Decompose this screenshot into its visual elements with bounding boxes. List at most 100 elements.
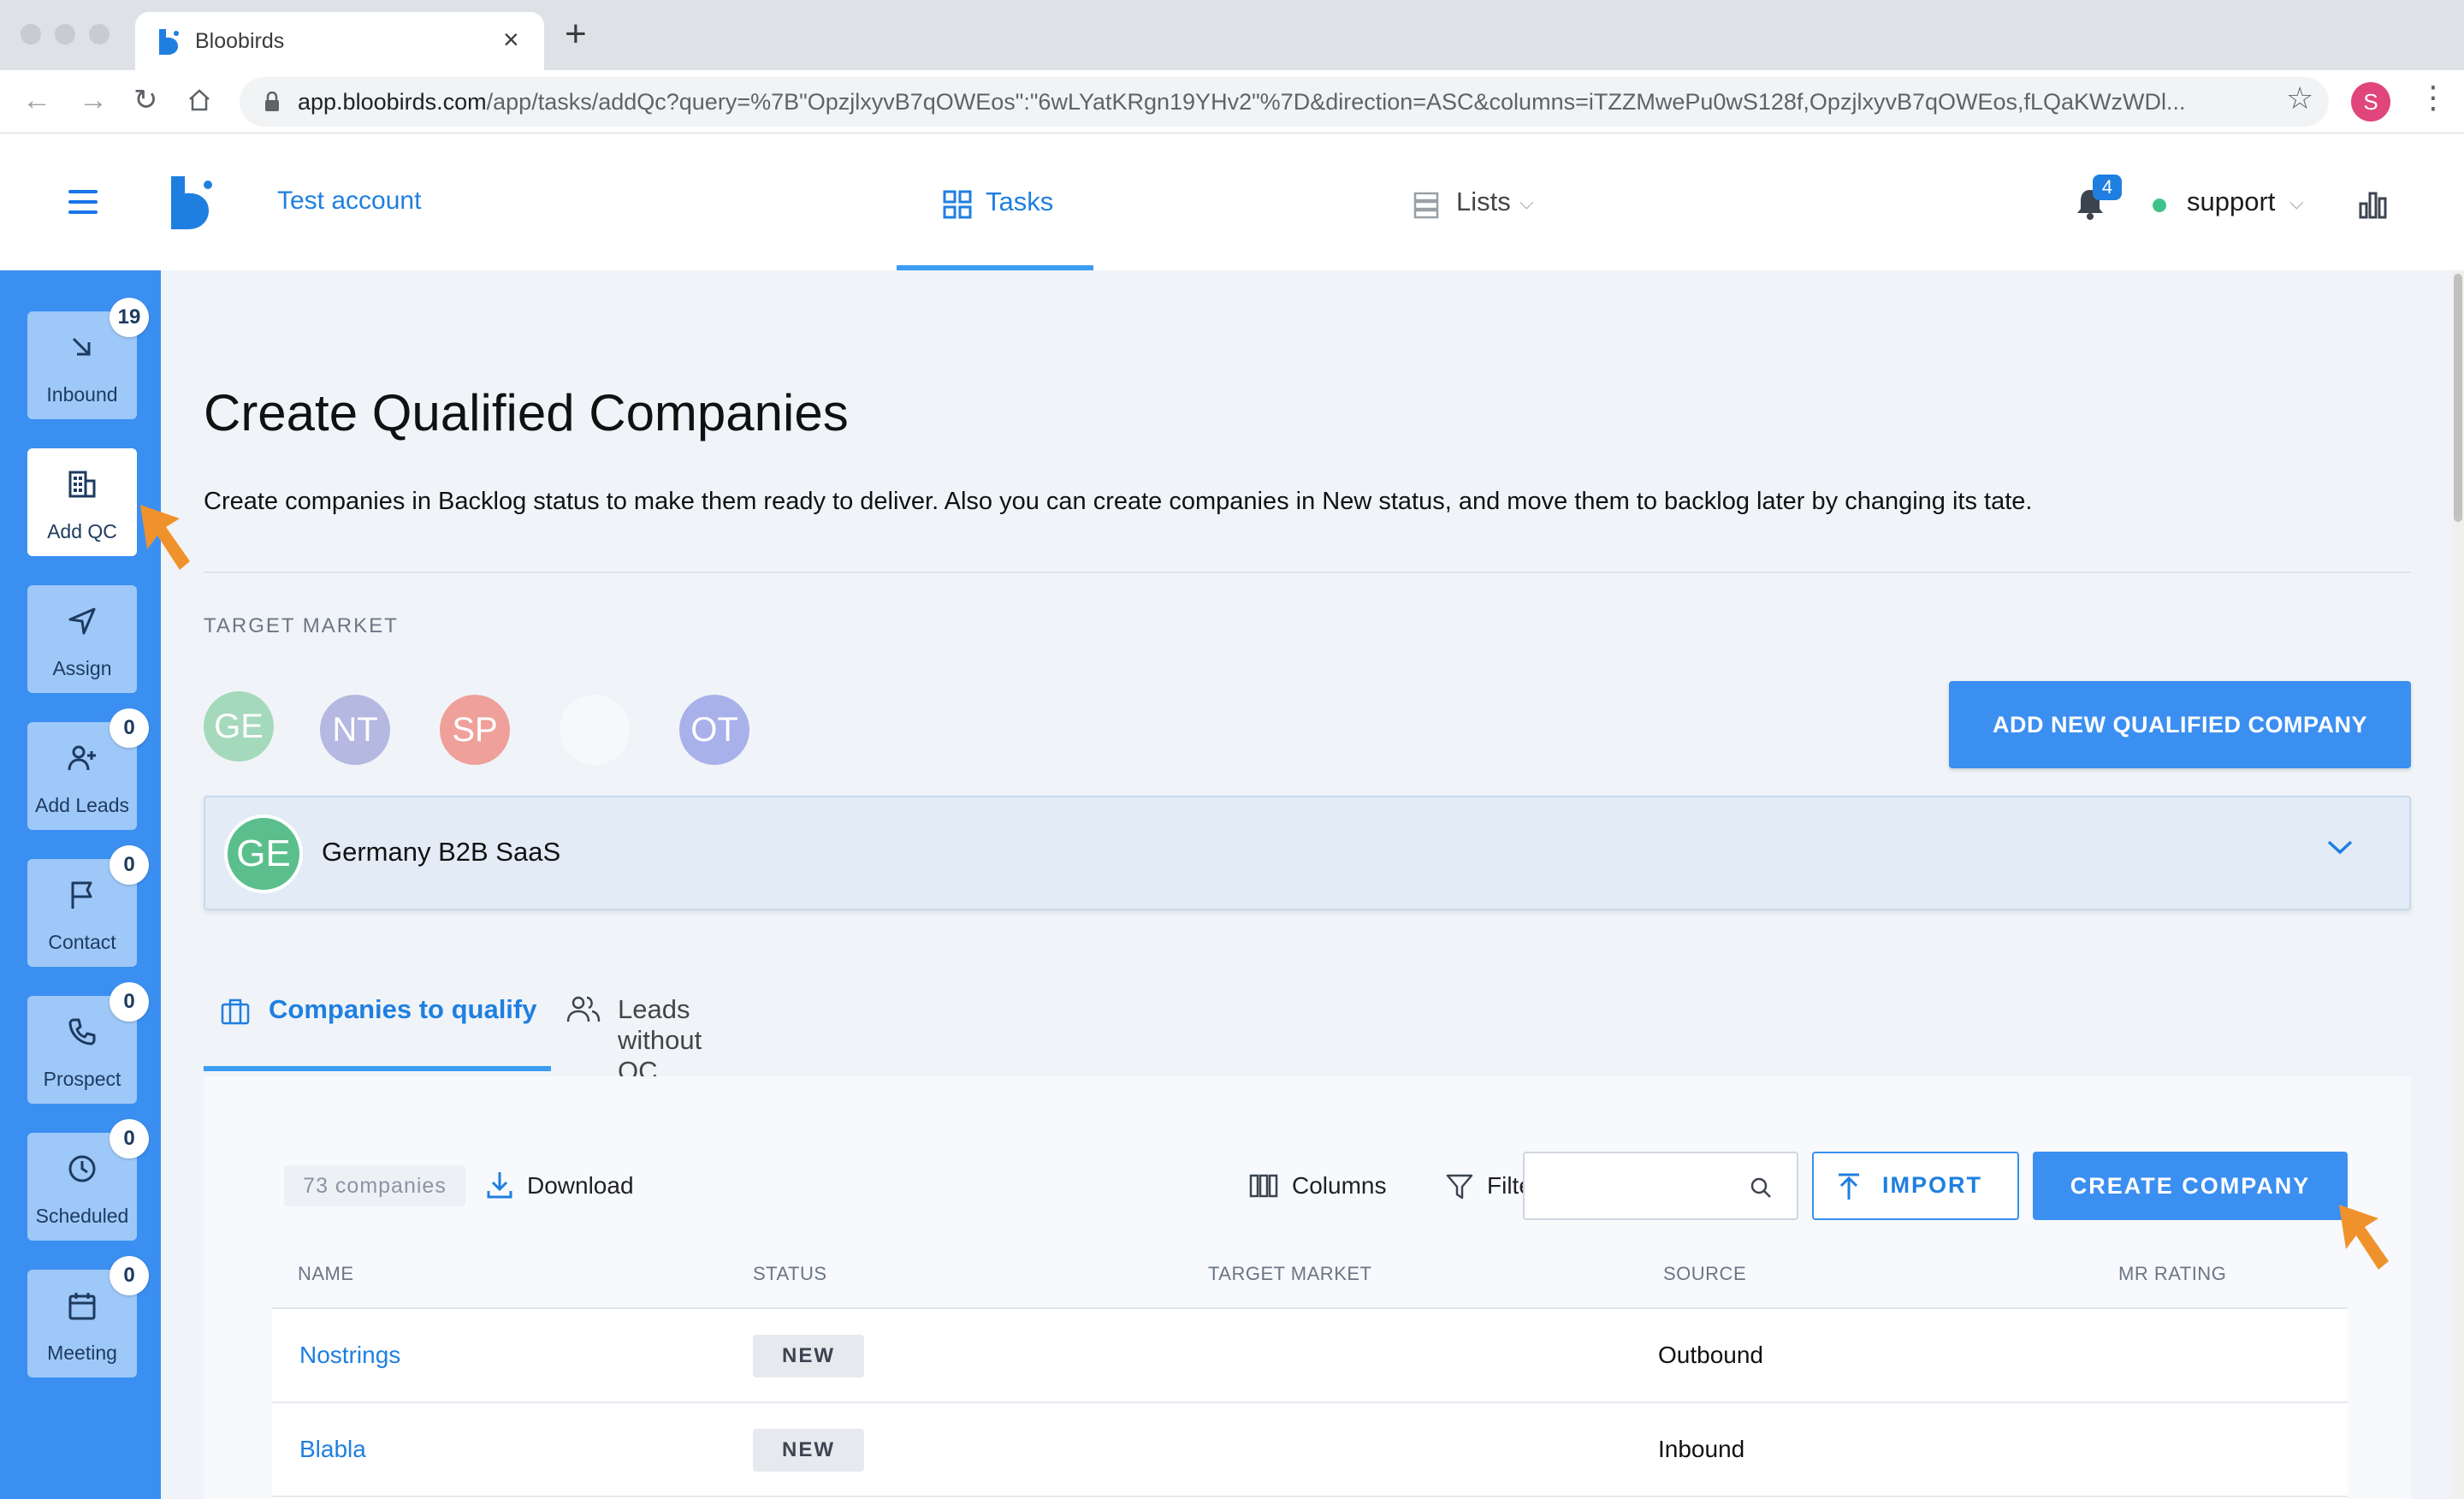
notification-badge: 4 (2093, 175, 2122, 200)
back-icon[interactable]: ← (22, 86, 51, 115)
scrollbar-thumb[interactable] (2454, 274, 2462, 522)
window-minimize-dot[interactable] (55, 24, 75, 44)
bloobirds-favicon-icon (159, 29, 179, 55)
profile-avatar[interactable]: S (2351, 82, 2390, 121)
add-new-qualified-company-button[interactable]: ADD NEW QUALIFIED COMPANY (1949, 681, 2411, 768)
forward-icon[interactable]: → (79, 86, 108, 115)
search-icon[interactable] (1749, 1176, 1773, 1200)
column-header-name[interactable]: NAME (298, 1263, 354, 1285)
list-icon (1413, 192, 1439, 219)
table-row[interactable]: Blabla NEW Inbound (272, 1403, 2348, 1497)
bar-chart-icon[interactable] (2358, 190, 2389, 219)
tab-title: Bloobirds (195, 29, 285, 53)
search-input[interactable] (1538, 1169, 1744, 1203)
hamburger-menu-icon[interactable] (68, 190, 98, 214)
building-icon (68, 471, 96, 498)
companies-table: Nostrings NEW Outbound Blabla NEW Inboun… (272, 1307, 2348, 1499)
browser-menu-icon[interactable]: ⋮ (2418, 82, 2449, 113)
target-market-label: TARGET MARKET (204, 614, 399, 637)
chevron-down-icon[interactable]: ⌵ (2289, 192, 2304, 214)
status-badge: NEW (753, 1335, 864, 1378)
bookmark-star-icon[interactable]: ☆ (2286, 80, 2313, 116)
nav-tasks-label: Tasks (986, 187, 1054, 216)
sidebar-item-label: Inbound (46, 383, 118, 406)
table-row[interactable]: Nostrings NEW Outbound (272, 1309, 2348, 1403)
upload-icon (1839, 1173, 1859, 1200)
account-name[interactable]: Test account (277, 187, 421, 216)
import-label: IMPORT (1882, 1172, 1982, 1198)
pointer-cursor-icon (140, 505, 190, 570)
briefcase-icon (221, 998, 250, 1025)
sidebar-item-assign[interactable]: Assign (27, 585, 137, 693)
count-badge: 0 (110, 982, 149, 1022)
sidebar-item-prospect[interactable]: Prospect 0 (27, 982, 149, 1104)
companies-panel: 73 companies Download Columns Filters IM… (204, 1076, 2411, 1499)
browser-tab[interactable]: Bloobirds × (135, 12, 544, 70)
bloobirds-logo[interactable] (168, 176, 214, 229)
target-market-ge[interactable]: GE (204, 691, 274, 761)
download-icon (487, 1172, 512, 1199)
column-header-target-market[interactable]: TARGET MARKET (1208, 1263, 1371, 1285)
tab-close-icon[interactable]: × (503, 24, 519, 56)
calendar-icon (68, 1293, 96, 1320)
target-market-empty[interactable] (560, 695, 630, 765)
create-company-button[interactable]: CREATE COMPANY (2033, 1152, 2348, 1220)
search-box (1523, 1152, 1798, 1220)
sidebar-item-meeting[interactable]: Meeting 0 (27, 1256, 149, 1378)
columns-label: Columns (1292, 1172, 1387, 1199)
column-header-status[interactable]: STATUS (753, 1263, 827, 1285)
company-name-link[interactable]: Blabla (299, 1436, 366, 1463)
count-badge: 0 (110, 1256, 149, 1295)
new-tab-icon[interactable]: + (565, 15, 587, 53)
arrow-down-right-icon (72, 337, 91, 356)
clock-icon (68, 1155, 96, 1182)
count-badge: 0 (110, 845, 149, 885)
page-description: Create companies in Backlog status to ma… (204, 488, 2033, 515)
pointer-cursor-icon (2339, 1205, 2389, 1270)
send-icon (68, 607, 96, 635)
tab-companies-to-qualify[interactable]: Companies to qualify (204, 986, 551, 1076)
sidebar-item-add-leads[interactable]: Add Leads 0 (27, 708, 149, 830)
company-name-link[interactable]: Nostrings (299, 1342, 400, 1369)
sidebar-item-contact[interactable]: Contact 0 (27, 845, 149, 967)
sidebar-item-add-qc[interactable]: Add QC (27, 448, 137, 556)
sidebar-item-scheduled[interactable]: Scheduled 0 (27, 1119, 149, 1241)
target-market-select[interactable]: GE Germany B2B SaaS (204, 796, 2411, 910)
target-market-sp[interactable]: SP (440, 695, 510, 765)
chevron-down-icon (2327, 840, 2353, 855)
sidebar-item-label: Meeting (47, 1342, 117, 1364)
home-icon[interactable] (187, 87, 212, 113)
count-badge: 0 (110, 1119, 149, 1158)
columns-icon (1249, 1174, 1278, 1198)
column-header-source[interactable]: SOURCE (1663, 1263, 1746, 1285)
flag-icon (71, 881, 92, 909)
sidebar: Inbound 19 Add QC Assign Add Leads 0 Con… (0, 270, 161, 1499)
window-close-dot[interactable] (21, 24, 41, 44)
target-market-ot[interactable]: OT (679, 695, 749, 765)
phone-icon (68, 1018, 96, 1046)
page-title: Create Qualified Companies (204, 384, 849, 441)
sidebar-item-label: Scheduled (35, 1205, 129, 1227)
sidebar-item-label: Add Leads (35, 794, 129, 816)
lock-icon (265, 92, 279, 111)
address-bar-row: ← → ↻ app.bloobirds.com/app/tasks/addQc?… (0, 70, 2464, 133)
reload-icon[interactable]: ↻ (133, 86, 158, 115)
url-bar[interactable]: app.bloobirds.com/app/tasks/addQc?query=… (240, 77, 2329, 127)
tab-label: Leads without QC (618, 994, 702, 1086)
column-header-mr-rating[interactable]: MR RATING (2118, 1263, 2226, 1285)
import-button[interactable]: IMPORT (1812, 1152, 2019, 1220)
user-menu[interactable]: support (2187, 187, 2275, 217)
target-market-nt[interactable]: NT (320, 695, 390, 765)
main-content: Create Qualified Companies Create compan… (161, 270, 2464, 1499)
window-zoom-dot[interactable] (89, 24, 110, 44)
selected-market-avatar: GE (224, 815, 303, 893)
sidebar-item-inbound[interactable]: Inbound 19 (27, 298, 149, 419)
count-badge: 19 (110, 298, 149, 337)
divider (204, 572, 2411, 573)
browser-tab-bar: Bloobirds × + (0, 0, 2464, 70)
tab-label: Companies to qualify (269, 994, 537, 1024)
url-text: app.bloobirds.com/app/tasks/addQc?query=… (298, 89, 2186, 115)
sidebar-item-label: Add QC (47, 520, 117, 542)
grid-icon (943, 190, 972, 219)
nav-tasks[interactable]: Tasks (897, 133, 1093, 270)
